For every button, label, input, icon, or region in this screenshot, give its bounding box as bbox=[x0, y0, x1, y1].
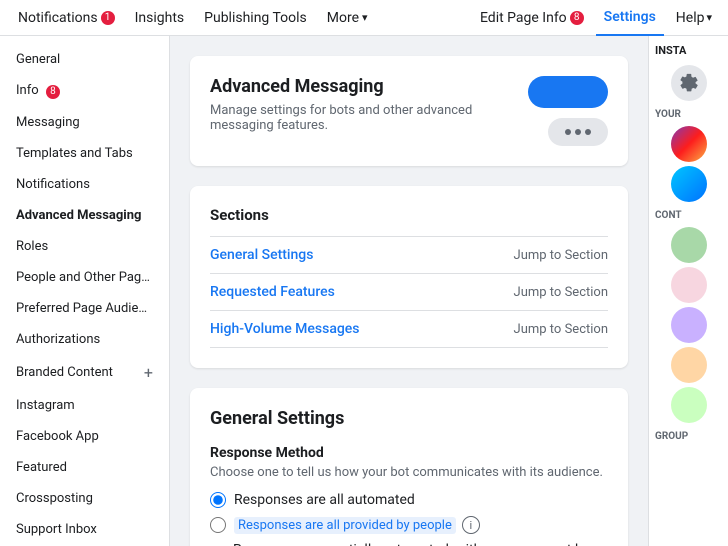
sidebar-item-general[interactable]: General bbox=[0, 44, 169, 75]
insta-header: INSTA bbox=[649, 36, 728, 61]
sidebar-item-crossposting[interactable]: Crossposting bbox=[0, 483, 169, 514]
radio-partial-label: Responses are partially automated, with … bbox=[233, 542, 608, 546]
avatar-gear bbox=[671, 65, 707, 101]
nav-edit-page-info[interactable]: Edit Page Info 8 bbox=[472, 0, 592, 36]
general-settings-card: General Settings Response Method Choose … bbox=[190, 388, 628, 546]
response-method-desc: Choose one to tell us how your bot commu… bbox=[210, 465, 608, 480]
avatar-your bbox=[671, 126, 707, 162]
radio-automated[interactable] bbox=[210, 492, 226, 508]
sidebar: General Info 8 Messaging Templates and T… bbox=[0, 36, 170, 546]
nav-help[interactable]: Help ▾ bbox=[668, 0, 720, 36]
dot3 bbox=[585, 129, 591, 135]
group-label: GROUP bbox=[649, 427, 728, 444]
sidebar-item-featured[interactable]: Featured bbox=[0, 452, 169, 483]
notifications-label: Notifications bbox=[18, 10, 98, 26]
info-icon[interactable]: i bbox=[462, 516, 480, 534]
radio-automated-label: Responses are all automated bbox=[234, 492, 415, 508]
nav-notifications[interactable]: Notifications 1 bbox=[8, 0, 125, 36]
insights-label: Insights bbox=[135, 10, 185, 26]
toggle-button[interactable] bbox=[528, 76, 608, 108]
section-row-requested: Requested Features Jump to Section bbox=[210, 273, 608, 310]
dot2 bbox=[575, 129, 581, 135]
section-link-general[interactable]: General Settings bbox=[210, 247, 313, 263]
more-label: More bbox=[327, 10, 359, 26]
right-panel: INSTA YOUR CONT GROUP bbox=[648, 36, 728, 546]
sidebar-item-facebook-app[interactable]: Facebook App bbox=[0, 421, 169, 452]
sidebar-item-people-other-pages[interactable]: People and Other Pages bbox=[0, 262, 169, 293]
radio-people[interactable] bbox=[210, 517, 226, 533]
plus-icon: + bbox=[144, 363, 153, 382]
sidebar-item-notifications[interactable]: Notifications bbox=[0, 169, 169, 200]
jump-link-requested[interactable]: Jump to Section bbox=[514, 285, 608, 300]
sidebar-item-instagram[interactable]: Instagram bbox=[0, 390, 169, 421]
section-row-general: General Settings Jump to Section bbox=[210, 236, 608, 273]
sidebar-item-authorizations[interactable]: Authorizations bbox=[0, 324, 169, 355]
avatar-cont2 bbox=[671, 267, 707, 303]
avatar-cont3 bbox=[671, 307, 707, 343]
cont-label: CONT bbox=[649, 206, 728, 223]
jump-link-highvolume[interactable]: Jump to Section bbox=[514, 322, 608, 337]
main-content: Advanced Messaging Manage settings for b… bbox=[170, 36, 648, 546]
advanced-messaging-desc: Manage settings for bots and other advan… bbox=[210, 103, 528, 133]
nav-more[interactable]: More ▾ bbox=[317, 0, 378, 36]
publishing-tools-label: Publishing Tools bbox=[204, 10, 307, 26]
sections-title: Sections bbox=[210, 206, 608, 224]
dot1 bbox=[565, 129, 571, 135]
radio-option-people[interactable]: Responses are all provided by people i bbox=[210, 516, 608, 534]
your-label: YOUR bbox=[649, 105, 728, 122]
edit-page-badge: 8 bbox=[570, 11, 584, 25]
avatar-cont4 bbox=[671, 347, 707, 383]
sidebar-item-advanced-messaging[interactable]: Advanced Messaging bbox=[0, 200, 169, 231]
edit-page-info-label: Edit Page Info bbox=[480, 10, 567, 26]
notifications-badge: 1 bbox=[101, 11, 115, 25]
sidebar-item-messaging[interactable]: Messaging bbox=[0, 107, 169, 138]
section-link-highvolume[interactable]: High-Volume Messages bbox=[210, 321, 360, 337]
sections-card: Sections General Settings Jump to Sectio… bbox=[190, 186, 628, 368]
avatar-cont5 bbox=[671, 387, 707, 423]
sidebar-item-support-inbox[interactable]: Support Inbox bbox=[0, 514, 169, 545]
dots-button[interactable] bbox=[548, 118, 608, 146]
nav-publishing-tools[interactable]: Publishing Tools bbox=[194, 0, 317, 36]
radio-option-partial[interactable]: Responses are partially automated, with … bbox=[210, 542, 608, 546]
chevron-down-icon: ▾ bbox=[362, 11, 368, 24]
nav-insights[interactable]: Insights bbox=[125, 0, 195, 36]
sidebar-item-info[interactable]: Info 8 bbox=[0, 75, 169, 107]
nav-settings[interactable]: Settings bbox=[596, 0, 664, 36]
sidebar-item-preferred-audience[interactable]: Preferred Page Audience bbox=[0, 293, 169, 324]
chevron-down-icon: ▾ bbox=[706, 11, 712, 24]
radio-option-automated[interactable]: Responses are all automated bbox=[210, 492, 608, 508]
jump-link-general[interactable]: Jump to Section bbox=[514, 248, 608, 263]
sidebar-item-branded-content[interactable]: Branded Content + bbox=[0, 355, 169, 390]
sidebar-item-templates-tabs[interactable]: Templates and Tabs bbox=[0, 138, 169, 169]
section-row-highvolume: High-Volume Messages Jump to Section bbox=[210, 310, 608, 348]
top-navigation: Notifications 1 Insights Publishing Tool… bbox=[0, 0, 728, 36]
section-link-requested[interactable]: Requested Features bbox=[210, 284, 335, 300]
avatar-cont1 bbox=[671, 227, 707, 263]
sidebar-item-roles[interactable]: Roles bbox=[0, 231, 169, 262]
help-label: Help bbox=[676, 10, 705, 26]
advanced-messaging-title: Advanced Messaging bbox=[210, 76, 528, 97]
radio-people-label-highlight: Responses are all provided by people bbox=[234, 517, 456, 534]
avatar-your2 bbox=[671, 166, 707, 202]
settings-label: Settings bbox=[604, 9, 656, 25]
info-badge: 8 bbox=[46, 85, 60, 99]
response-method-label: Response Method bbox=[210, 445, 608, 461]
advanced-messaging-card: Advanced Messaging Manage settings for b… bbox=[190, 56, 628, 166]
general-settings-title: General Settings bbox=[210, 408, 608, 429]
branded-content-label: Branded Content bbox=[16, 365, 113, 380]
